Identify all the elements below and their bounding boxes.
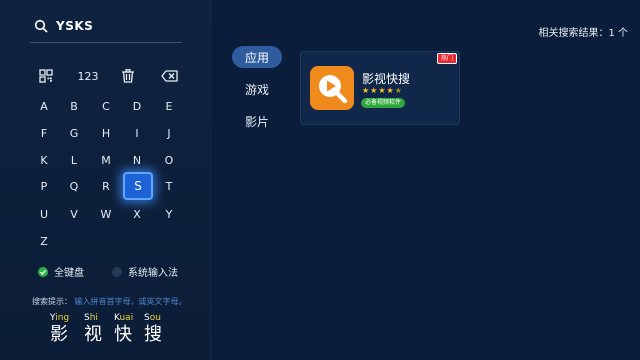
key-y[interactable]: Y	[155, 202, 183, 226]
hot-badge: 热门	[436, 53, 457, 64]
rating-stars: ★ ★ ★ ★ ★	[362, 86, 403, 96]
pinyin-label: Ying	[50, 313, 70, 323]
star-icon: ★	[362, 86, 370, 95]
key-q[interactable]: Q	[60, 174, 88, 198]
star-icon: ★	[386, 86, 394, 95]
input-mode-label: 系统输入法	[128, 268, 178, 279]
search-underline	[30, 42, 182, 43]
tab-apps[interactable]: 应用	[232, 46, 282, 68]
result-card[interactable]: 影视快搜 ★ ★ ★ ★ ★ 必备视频软件 热门	[300, 51, 460, 125]
keyboard-panel: YSKS 123 ABCDE FGHIJ KLMNO PQRST UVWXY Z 全键盘 …	[0, 0, 211, 360]
hint-label: 搜索提示：	[32, 297, 72, 306]
backspace-icon	[160, 70, 178, 82]
key-o[interactable]: O	[155, 148, 183, 172]
play-magnifier-icon	[310, 66, 354, 110]
pinyin-char: Shi 视	[84, 312, 114, 346]
pinyin-label: Sou	[144, 313, 161, 323]
hanzi-char: 搜	[144, 324, 162, 345]
hanzi-char: 视	[84, 324, 102, 345]
key-p[interactable]: P	[30, 174, 58, 198]
input-mode-full-keyboard[interactable]: 全键盘	[38, 264, 84, 279]
key-m[interactable]: M	[92, 148, 120, 172]
input-mode-system[interactable]: 系统输入法	[112, 264, 178, 279]
radio-unchecked-icon	[112, 266, 122, 277]
qr-code-icon	[39, 69, 53, 83]
key-x[interactable]: X	[123, 202, 151, 226]
key-a[interactable]: A	[30, 94, 58, 118]
key-f[interactable]: F	[30, 121, 58, 145]
key-s[interactable]: S	[123, 172, 153, 200]
key-b[interactable]: B	[60, 94, 88, 118]
trash-key[interactable]	[114, 64, 142, 88]
key-r[interactable]: R	[92, 174, 120, 198]
trash-icon	[121, 69, 135, 83]
numbers-key[interactable]: 123	[72, 64, 104, 88]
key-t[interactable]: T	[155, 174, 183, 198]
hanzi-char: 快	[114, 324, 132, 345]
pinyin-label: Kuai	[114, 313, 134, 323]
key-e[interactable]: E	[155, 94, 183, 118]
key-i[interactable]: I	[123, 121, 151, 145]
search-icon	[34, 19, 48, 33]
key-h[interactable]: H	[92, 121, 120, 145]
key-w[interactable]: W	[92, 202, 120, 226]
half-star-icon: ★	[394, 86, 402, 95]
star-icon: ★	[370, 86, 378, 95]
key-d[interactable]: D	[123, 94, 151, 118]
app-tag: 必备视频软件	[361, 98, 406, 108]
backspace-key[interactable]	[155, 64, 183, 88]
qr-code-key[interactable]	[32, 64, 60, 88]
radio-checked-icon	[38, 266, 48, 277]
key-j[interactable]: J	[155, 121, 183, 145]
pinyin-char: Sou 搜	[144, 312, 174, 346]
tab-movies[interactable]: 影片	[232, 110, 282, 132]
search-hint: 搜索提示： 输入拼音首字母，或英文字母。	[32, 296, 187, 307]
key-k[interactable]: K	[30, 148, 58, 172]
key-c[interactable]: C	[92, 94, 120, 118]
key-v[interactable]: V	[60, 202, 88, 226]
hanzi-char: 影	[50, 324, 68, 345]
search-query: YSKS	[56, 19, 94, 33]
key-z[interactable]: Z	[30, 229, 58, 253]
star-icon: ★	[378, 86, 386, 95]
pinyin-char: Ying 影	[50, 312, 80, 346]
input-mode-label: 全键盘	[54, 268, 84, 279]
results-summary: 相关搜索结果：1 个	[538, 28, 628, 39]
search-bar: YSKS	[34, 14, 93, 38]
key-g[interactable]: G	[60, 121, 88, 145]
key-u[interactable]: U	[30, 202, 58, 226]
pinyin-char: Kuai 快	[114, 312, 144, 346]
hint-text: 输入拼音首字母，或英文字母。	[74, 297, 187, 306]
tab-games[interactable]: 游戏	[232, 78, 282, 100]
pinyin-label: Shi	[84, 313, 98, 323]
key-l[interactable]: L	[60, 148, 88, 172]
app-name: 影视快搜	[362, 72, 411, 86]
key-n[interactable]: N	[123, 148, 151, 172]
